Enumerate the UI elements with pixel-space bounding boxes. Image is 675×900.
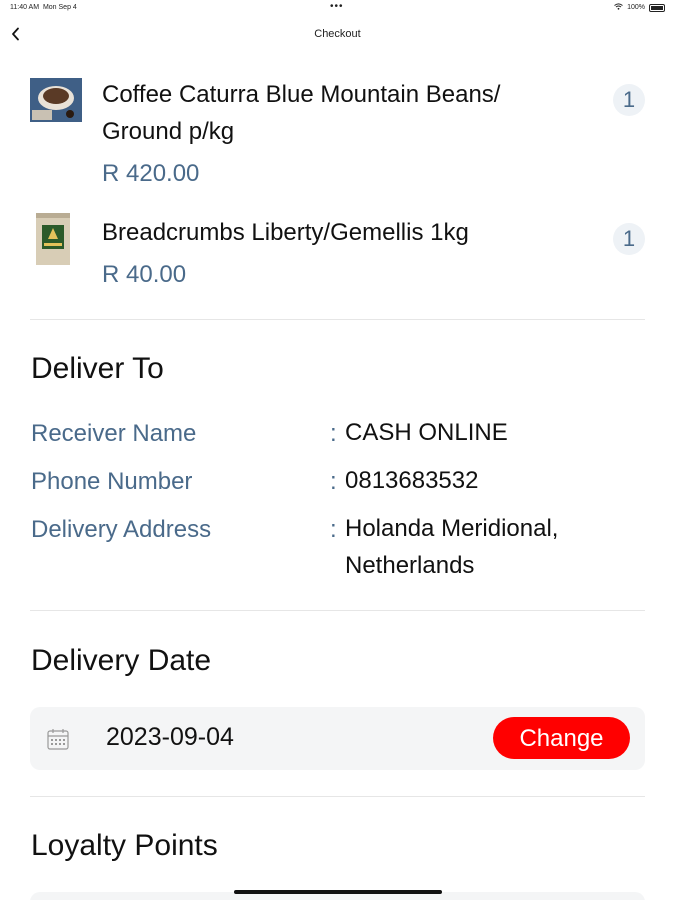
deliver-to-heading: Deliver To (31, 352, 164, 385)
item-price: R 420.00 (102, 160, 200, 187)
receiver-name-label: Receiver Name (31, 420, 197, 447)
status-bar: 11:40 AM Mon Sep 4 ••• 100% (0, 0, 675, 18)
quantity-badge[interactable]: 1 (613, 223, 645, 255)
delivery-address-value: Holanda Meridional, Netherlands (345, 515, 559, 579)
delivery-address-label: Delivery Address (31, 516, 212, 543)
cart-item[interactable]: Breadcrumbs Liberty/Gemellis 1kg R 40.00… (30, 213, 645, 293)
calendar-icon (46, 727, 70, 751)
cart-item[interactable]: Coffee Caturra Blue Mountain Beans/ Grou… (30, 78, 645, 193)
divider (30, 796, 645, 797)
delivery-date-heading: Delivery Date (31, 644, 212, 677)
divider (30, 610, 645, 611)
wifi-icon (614, 3, 623, 12)
item-price: R 40.00 (102, 261, 187, 288)
phone-number-value: 0813683532 (345, 467, 479, 494)
breadcrumbs-product-image (30, 213, 82, 265)
item-name: Breadcrumbs Liberty/Gemellis 1kg (102, 219, 469, 246)
loyalty-points-heading: Loyalty Points (31, 829, 218, 862)
delivery-date-value: 2023-09-04 (106, 723, 234, 751)
navigation-bar: Checkout (0, 20, 675, 50)
status-date: Mon Sep 4 (42, 4, 77, 11)
item-name: Coffee Caturra Blue Mountain Beans/ Grou… (102, 81, 501, 145)
status-time-date: 11:40 AM Mon Sep 4 (10, 4, 77, 11)
colon-separator: : (330, 420, 337, 447)
quantity-badge[interactable]: 1 (613, 84, 645, 116)
status-time: 11:40 AM (10, 4, 40, 11)
checkout-screen: 11:40 AM Mon Sep 4 ••• 100% Checkout Cof… (0, 0, 675, 900)
multitasking-dots[interactable]: ••• (330, 1, 344, 12)
battery-icon (649, 3, 665, 12)
home-indicator[interactable] (234, 890, 442, 894)
page-title: Checkout (314, 28, 361, 40)
phone-number-label: Phone Number (31, 468, 193, 495)
delivery-date-field[interactable]: 2023-09-04 Change (30, 707, 645, 770)
battery-percent: 100% (627, 4, 645, 11)
change-date-button[interactable]: Change (493, 717, 630, 759)
colon-separator: : (330, 468, 337, 495)
colon-separator: : (330, 516, 337, 543)
divider (30, 319, 645, 320)
status-indicators: 100% (614, 3, 665, 12)
coffee-product-image (30, 78, 82, 130)
receiver-name-value: CASH ONLINE (345, 419, 508, 446)
